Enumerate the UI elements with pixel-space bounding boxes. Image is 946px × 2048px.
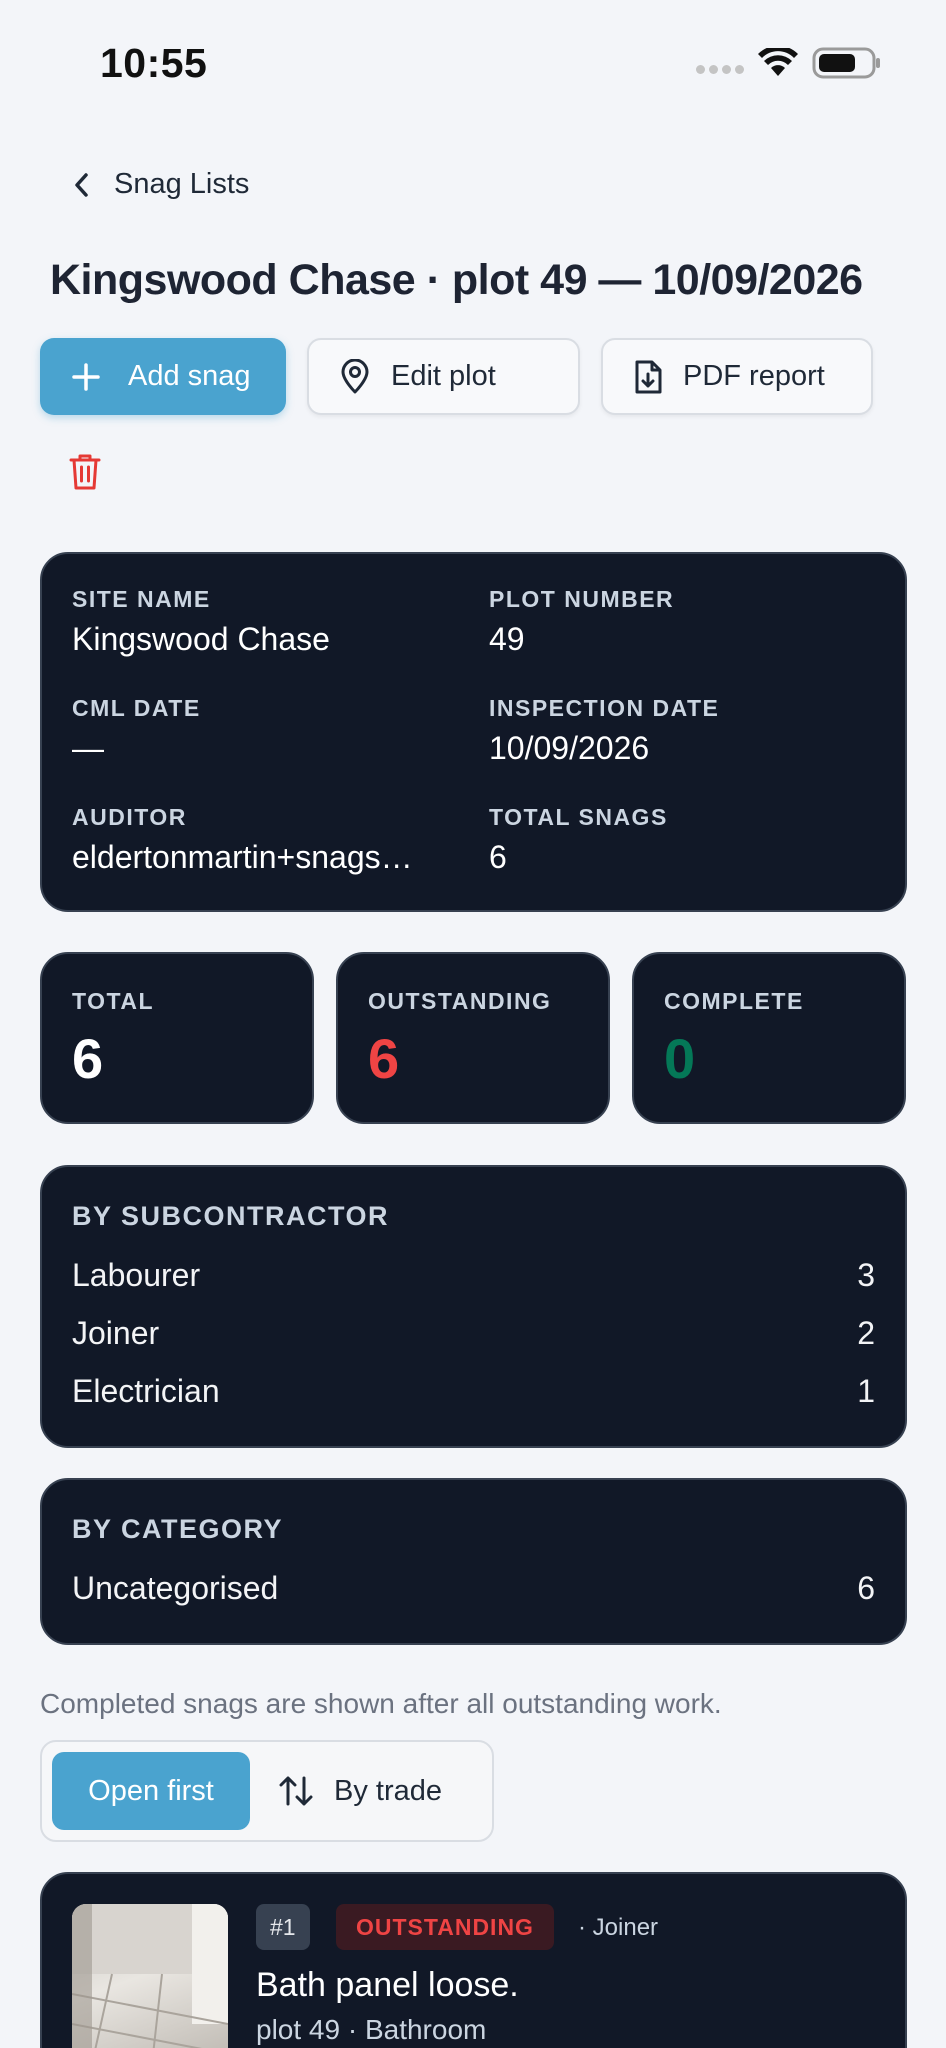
outstanding-stat-label: OUTSTANDING	[368, 988, 552, 1014]
trash-icon	[69, 454, 101, 490]
subcontractor-row: Electrician 1	[72, 1373, 875, 1410]
total-snags-field: TOTAL SNAGS 6	[489, 804, 879, 876]
by-subcontractor-card: BY SUBCONTRACTOR Labourer 3 Joiner 2 Ele…	[40, 1165, 907, 1448]
back-label: Snag Lists	[114, 168, 250, 200]
subcontractor-count: 1	[857, 1373, 875, 1409]
category-name: Uncategorised	[72, 1570, 279, 1606]
status-time: 10:55	[100, 40, 208, 86]
cml-date-field: CML DATE —	[72, 695, 452, 767]
category-row: Uncategorised 6	[72, 1570, 875, 1607]
auditor-label: AUDITOR	[72, 804, 187, 830]
plot-info-card: SITE NAME Kingswood Chase PLOT NUMBER 49…	[40, 552, 907, 912]
pdf-report-label: PDF report	[683, 360, 825, 392]
subcontractor-row: Joiner 2	[72, 1315, 875, 1352]
inspection-date-label: INSPECTION DATE	[489, 695, 720, 721]
wifi-icon	[758, 48, 798, 76]
edit-plot-label: Edit plot	[391, 360, 496, 392]
snag-list-item[interactable]: #1 OUTSTANDING · Joiner Bath panel loose…	[40, 1872, 907, 2048]
subcontractor-row: Labourer 3	[72, 1257, 875, 1294]
edit-plot-button[interactable]: Edit plot	[307, 338, 580, 415]
open-first-tab[interactable]: Open first	[52, 1752, 250, 1830]
snag-photo-thumbnail	[72, 1904, 228, 2048]
by-trade-label: By trade	[334, 1774, 442, 1807]
auditor-value: eldertonmartin+snags…	[72, 839, 413, 875]
subcontractor-count: 2	[857, 1315, 875, 1351]
plot-number-field: PLOT NUMBER 49	[489, 586, 879, 658]
snag-trade: · Joiner	[578, 1914, 659, 1941]
action-bar: Add snag Edit plot PDF report	[40, 338, 873, 415]
category-count: 6	[857, 1570, 875, 1606]
total-stat-label: TOTAL	[72, 988, 155, 1014]
outstanding-stat-card: OUTSTANDING 6	[336, 952, 610, 1124]
inspection-date-field: INSPECTION DATE 10/09/2026	[489, 695, 879, 767]
total-stat-card: TOTAL 6	[40, 952, 314, 1124]
by-category-card: BY CATEGORY Uncategorised 6	[40, 1478, 907, 1645]
subcontractor-count: 3	[857, 1257, 875, 1293]
auditor-field: AUDITOR eldertonmartin+snags…	[72, 804, 464, 876]
cellular-signal-icon	[696, 64, 744, 74]
battery-icon	[812, 47, 880, 79]
plus-icon	[72, 362, 100, 391]
snag-title: Bath panel loose.	[256, 1966, 519, 2004]
file-download-icon	[635, 360, 662, 393]
sort-segmented-control: Open first By trade	[40, 1740, 494, 1842]
status-icons	[696, 46, 882, 80]
total-snags-value: 6	[489, 839, 507, 875]
map-pin-icon	[341, 358, 369, 393]
add-snag-label: Add snag	[128, 360, 251, 392]
snag-status-badge: OUTSTANDING	[336, 1904, 554, 1950]
sort-note: Completed snags are shown after all outs…	[40, 1688, 722, 1719]
plot-number-value: 49	[489, 621, 525, 657]
snag-number-badge: #1	[256, 1904, 310, 1950]
cml-date-label: CML DATE	[72, 695, 201, 721]
by-subcontractor-title: BY SUBCONTRACTOR	[72, 1201, 390, 1231]
pdf-report-button[interactable]: PDF report	[601, 338, 873, 415]
site-name-field: SITE NAME Kingswood Chase	[72, 586, 452, 658]
complete-stat-card: COMPLETE 0	[632, 952, 906, 1124]
page-title: Kingswood Chase · plot 49 — 10/09/2026	[50, 256, 863, 304]
complete-stat-value: 0	[664, 1027, 696, 1090]
total-stat-value: 6	[72, 1027, 104, 1090]
by-trade-tab[interactable]: By trade	[278, 1752, 442, 1830]
subcontractor-name: Joiner	[72, 1315, 160, 1351]
site-name-value: Kingswood Chase	[72, 621, 330, 657]
inspection-date-value: 10/09/2026	[489, 730, 650, 766]
delete-plot-button[interactable]	[68, 452, 102, 497]
site-name-label: SITE NAME	[72, 586, 211, 612]
subcontractor-name: Labourer	[72, 1257, 201, 1293]
by-category-title: BY CATEGORY	[72, 1514, 284, 1544]
outstanding-stat-value: 6	[368, 1027, 400, 1090]
total-snags-label: TOTAL SNAGS	[489, 804, 668, 830]
plot-number-label: PLOT NUMBER	[489, 586, 675, 612]
complete-stat-label: COMPLETE	[664, 988, 804, 1014]
sort-arrows-icon	[279, 1776, 313, 1806]
status-bar: 10:55	[0, 0, 946, 120]
back-button[interactable]: Snag Lists	[72, 168, 249, 201]
snag-location: plot 49 · Bathroom	[256, 2014, 487, 2045]
cml-date-value: —	[72, 730, 104, 766]
chevron-left-icon	[75, 172, 88, 197]
subcontractor-name: Electrician	[72, 1373, 220, 1409]
add-snag-button[interactable]: Add snag	[40, 338, 286, 415]
